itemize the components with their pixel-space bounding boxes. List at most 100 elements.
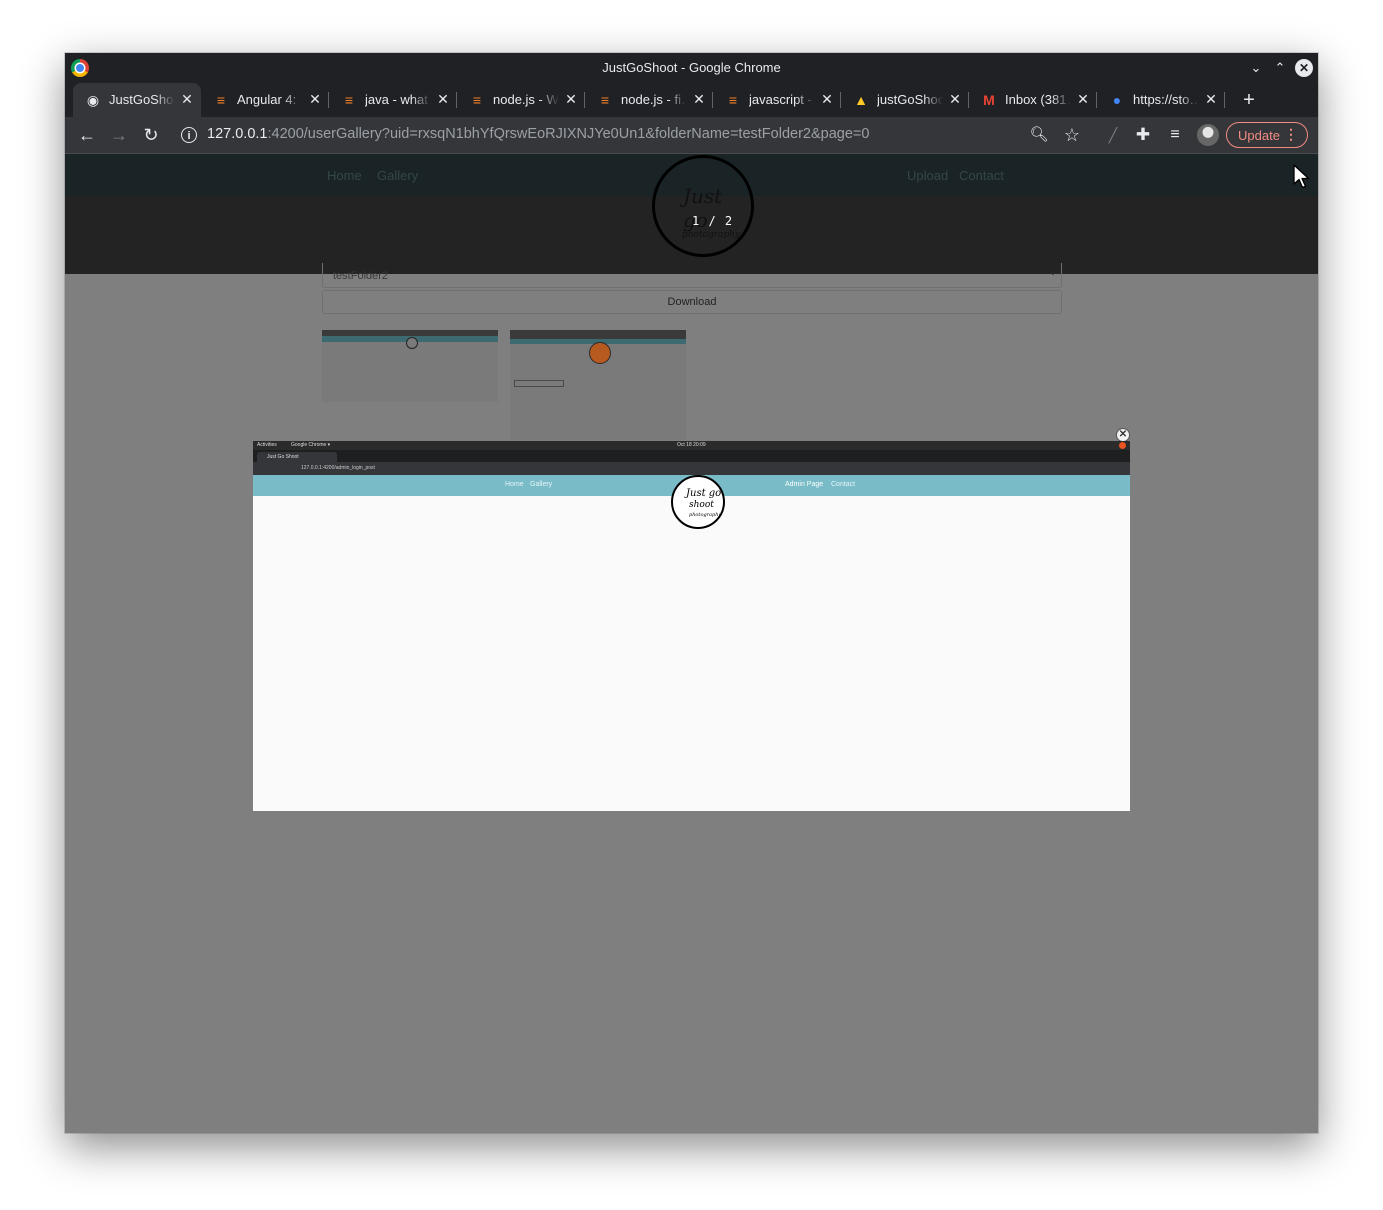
- logo-text-line2: photography: [682, 230, 741, 240]
- tab-justgoshoot[interactable]: ◉ JustGoShoot ✕: [73, 83, 201, 117]
- download-button[interactable]: Download: [322, 290, 1062, 314]
- window-title: JustGoShoot - Google Chrome: [602, 60, 781, 75]
- tab-label: node.js - fi…: [621, 92, 687, 107]
- forward-button[interactable]: →: [107, 123, 131, 147]
- thumbnail-logo: [589, 342, 611, 364]
- stackoverflow-icon: ≡: [600, 92, 610, 108]
- inner-activities-label: Activities: [257, 442, 277, 448]
- tab-label: JustGoShoot: [109, 92, 175, 107]
- title-bar: JustGoShoot - Google Chrome ⌄ ⌃ ✕: [65, 53, 1318, 83]
- browser-toolbar: ← → ↻ i 127.0.0.1:4200/userGallery?uid=r…: [65, 117, 1318, 154]
- gmail-icon: M: [983, 92, 995, 108]
- folder-select[interactable]: testFolder2 ⌄: [322, 263, 1062, 288]
- inner-address-bar: 127.0.0.1:4200/admin_login_post: [253, 462, 1130, 475]
- chevron-down-icon: ⌄: [1048, 267, 1057, 278]
- media-control-icon[interactable]: ≡: [1163, 123, 1187, 147]
- google-docs-icon: ●: [1112, 92, 1122, 108]
- tab-storage[interactable]: ● https://sto… ✕: [1097, 83, 1225, 117]
- inner-logo-line3: photography: [689, 512, 722, 518]
- inner-nav-admin: Admin Page: [785, 481, 824, 488]
- thumbnail-topbar: [510, 330, 686, 339]
- inner-tab-strip: Just Go Shoot: [253, 450, 1130, 462]
- tab-label: node.js - W…: [493, 92, 559, 107]
- tab-separator: [1224, 92, 1225, 108]
- tab-close-icon[interactable]: ✕: [819, 91, 835, 107]
- inner-url-text: 127.0.0.1:4200/admin_login_post: [301, 465, 375, 471]
- lightbox-close-button[interactable]: ✕: [1116, 428, 1130, 442]
- tab-firebase[interactable]: ▲ justGoShoot ✕: [841, 83, 969, 117]
- folder-select-value: testFolder2: [333, 270, 389, 282]
- inner-app-label: Google Chrome ▾: [291, 442, 331, 448]
- address-bar[interactable]: i 127.0.0.1:4200/userGallery?uid=rxsqN1b…: [175, 121, 1095, 149]
- mouse-cursor-icon: [1293, 164, 1310, 189]
- lightbox-image: Activities Google Chrome ▾ Oct 18 20:09 …: [253, 441, 1130, 811]
- tab-label: Angular 4: …: [237, 92, 303, 107]
- thumbnail-logo: [406, 337, 418, 349]
- site-info-icon[interactable]: i: [181, 127, 197, 143]
- bookmark-star-icon[interactable]: ☆: [1060, 123, 1084, 147]
- inner-topbar: Activities Google Chrome ▾ Oct 18 20:09: [253, 441, 1130, 450]
- new-tab-button[interactable]: +: [1237, 88, 1261, 112]
- tab-close-icon[interactable]: ✕: [947, 91, 963, 107]
- nav-home-link[interactable]: Home: [327, 168, 362, 183]
- browser-window: JustGoShoot - Google Chrome ⌄ ⌃ ✕ ◉ Just…: [65, 53, 1318, 1133]
- extensions-puzzle-icon[interactable]: ✚: [1131, 123, 1155, 147]
- tab-close-icon[interactable]: ✕: [1203, 91, 1219, 107]
- tab-close-icon[interactable]: ✕: [563, 91, 579, 107]
- update-label: Update: [1238, 128, 1280, 143]
- inner-nav-gallery: Gallery: [530, 481, 553, 488]
- site-logo: Just go photography: [652, 155, 754, 257]
- stackoverflow-icon: ≡: [344, 92, 354, 108]
- inner-nav-contact: Contact: [831, 481, 856, 488]
- tab-nodejs-fi[interactable]: ≡ node.js - fi… ✕: [585, 83, 713, 117]
- stackoverflow-icon: ≡: [216, 92, 226, 108]
- gallery-thumbnail-2[interactable]: [510, 330, 686, 440]
- close-window-icon[interactable]: ✕: [1295, 59, 1313, 77]
- tab-java[interactable]: ≡ java - what … ✕: [329, 83, 457, 117]
- tab-strip: ◉ JustGoShoot ✕ ≡ Angular 4: … ✕ ≡ java …: [65, 83, 1318, 117]
- inner-close-icon: [1119, 442, 1126, 449]
- nav-upload-link[interactable]: Upload: [907, 168, 948, 183]
- tab-label: javascript - …: [749, 92, 815, 107]
- reload-button[interactable]: ↻: [139, 123, 163, 147]
- tab-label: https://sto…: [1133, 92, 1199, 107]
- url-path: :4200/userGallery?uid=rxsqN1bhYfQrswEoRJ…: [267, 126, 870, 142]
- tab-close-icon[interactable]: ✕: [435, 91, 451, 107]
- inner-clock: Oct 18 20:09: [677, 442, 706, 448]
- firebase-icon: ▲: [854, 92, 868, 108]
- profile-avatar[interactable]: [1197, 124, 1219, 146]
- stackoverflow-icon: ≡: [472, 92, 482, 108]
- tab-close-icon[interactable]: ✕: [307, 91, 323, 107]
- tab-label: justGoShoot: [877, 92, 943, 107]
- gallery-thumbnail-1[interactable]: [322, 330, 498, 402]
- inner-tab: Just Go Shoot: [257, 452, 337, 462]
- tab-label: java - what …: [365, 92, 431, 107]
- tab-close-icon[interactable]: ✕: [1075, 91, 1091, 107]
- url-host: 127.0.0.1: [207, 126, 268, 142]
- inner-logo-line2: shoot: [689, 500, 714, 510]
- zoom-icon[interactable]: 🔍︎: [1027, 123, 1051, 147]
- inner-site-logo: Just go shoot photography: [671, 475, 725, 529]
- extension-pen-icon[interactable]: ╱: [1101, 123, 1125, 147]
- url-text[interactable]: 127.0.0.1:4200/userGallery?uid=rxsqN1bhY…: [207, 126, 869, 142]
- tab-close-icon[interactable]: ✕: [691, 91, 707, 107]
- inner-tab-title: Just Go Shoot: [267, 454, 299, 460]
- tab-close-icon[interactable]: ✕: [179, 91, 195, 107]
- minimize-icon[interactable]: ⌄: [1246, 58, 1266, 78]
- update-button[interactable]: Update ⋮: [1226, 122, 1308, 148]
- inner-logo-line1: Just go: [686, 488, 722, 499]
- menu-kebab-icon[interactable]: ⋮: [1284, 126, 1298, 143]
- maximize-icon[interactable]: ⌃: [1270, 58, 1290, 78]
- camera-icon: ◉: [86, 92, 100, 108]
- back-button[interactable]: ←: [75, 123, 99, 147]
- tab-gmail[interactable]: M Inbox (381… ✕: [969, 83, 1097, 117]
- thumbnail-form-field: [514, 380, 564, 387]
- inner-nav-home: Home: [505, 481, 524, 488]
- nav-gallery-link[interactable]: Gallery: [377, 168, 418, 183]
- tab-javascript[interactable]: ≡ javascript - … ✕: [713, 83, 841, 117]
- lightbox-counter: 1 / 2: [692, 214, 734, 228]
- tab-nodejs-w[interactable]: ≡ node.js - W… ✕: [457, 83, 585, 117]
- tab-angular[interactable]: ≡ Angular 4: … ✕: [201, 83, 329, 117]
- nav-contact-link[interactable]: Contact: [959, 168, 1004, 183]
- tab-label: Inbox (381…: [1005, 92, 1071, 107]
